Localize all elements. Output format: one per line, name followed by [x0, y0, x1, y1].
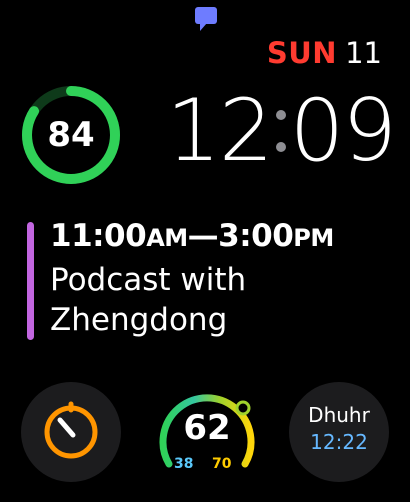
- event-start-suffix: AM: [146, 224, 188, 252]
- event-accent-bar: [27, 222, 34, 340]
- clock-separator: [275, 88, 286, 174]
- event-end-time: 3:00: [218, 218, 294, 254]
- notification-indicator[interactable]: [194, 6, 218, 34]
- event-title[interactable]: Podcast with Zhengdong: [50, 260, 390, 340]
- timer-complication[interactable]: [21, 382, 121, 482]
- date-display: SUN 11: [267, 36, 382, 72]
- prayer-time: 12:22: [310, 430, 368, 454]
- message-bubble-icon: [195, 7, 217, 31]
- prayer-name: Dhuhr: [308, 403, 370, 427]
- gauge-low-value: 38: [174, 456, 194, 472]
- event-end-suffix: PM: [293, 224, 334, 252]
- day-number: 11: [345, 36, 382, 70]
- gauge-value: 62: [183, 408, 231, 448]
- clock-minutes: 09: [289, 81, 397, 181]
- air-quality-gauge-complication[interactable]: 62: [155, 382, 259, 486]
- ring-value: 84: [47, 115, 95, 155]
- event-range-dash: —: [187, 218, 219, 254]
- activity-ring-complication[interactable]: 84: [18, 82, 124, 188]
- event-time-range[interactable]: 11:00AM—3:00PM: [50, 218, 334, 254]
- timer-icon: [44, 401, 98, 459]
- clock-hours: 12: [166, 81, 273, 181]
- clock-time: 12 09: [155, 72, 397, 190]
- event-start-time: 11:00: [50, 218, 147, 254]
- weekday-label: SUN: [266, 36, 338, 70]
- prayer-time-complication[interactable]: Dhuhr 12:22: [289, 382, 389, 482]
- gauge-high-value: 70: [212, 456, 232, 472]
